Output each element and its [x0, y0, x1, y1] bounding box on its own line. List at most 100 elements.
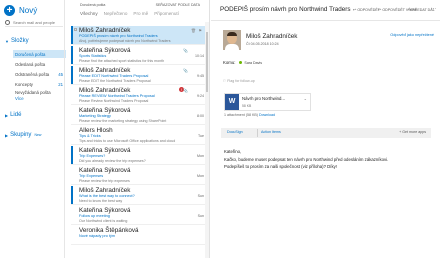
flag-for-follow-up[interactable]: ⚐ Flag for follow-up [223, 79, 255, 83]
search-box[interactable] [5, 18, 63, 27]
flag-text: Flag for follow-up [227, 79, 255, 83]
message-subject: Please EDIT Northwind Traders Proposal [79, 74, 149, 78]
message-time: Mon [197, 154, 204, 158]
search-input[interactable] [13, 19, 61, 25]
message-subject: PODEPIŠ prosím návrh pro Northwind Trade… [79, 34, 158, 38]
tab-all[interactable]: Všechny [80, 11, 98, 19]
message-subject: Trip Expenses [79, 174, 104, 178]
more-folders-link[interactable]: Více [15, 96, 24, 101]
get-more-apps-button[interactable]: + Get more apps [399, 130, 426, 134]
message-preview: Our Northwind client is waiting [79, 219, 128, 223]
list-scrollbar[interactable] [205, 22, 209, 258]
groups-header[interactable]: ▶ Skupiny New [5, 132, 41, 138]
select-checkbox[interactable] [74, 28, 77, 31]
chevron-down-icon[interactable]: ⌄ [304, 96, 307, 101]
scrollbar-thumb[interactable] [206, 32, 208, 92]
folder-title: Doručená pošta [80, 3, 106, 7]
recipient-name[interactable]: Sara Davis [244, 61, 262, 65]
word-document-icon: W [225, 94, 239, 110]
message-row[interactable]: Miloš Zahradníček Please EDIT Northwind … [71, 66, 206, 85]
reply-button[interactable]: ↩ ODPOVĚDĚT [353, 7, 380, 12]
body-line: Kačko, budeme muset podepsat ten návrh p… [224, 156, 389, 162]
message-subject: Tips & Tricks [79, 134, 101, 138]
folder-item-inbox[interactable]: Doručená pošta [13, 50, 66, 58]
message-row[interactable]: Miloš Zahradníček What is the best way t… [71, 186, 206, 205]
unread-bar [71, 46, 73, 64]
tab-to-me[interactable]: Pro mě [133, 11, 148, 19]
message-subject: What is the best way to connect? [79, 194, 135, 198]
forward-icon: ↪ [408, 7, 412, 12]
folders-header[interactable]: ▼ Složky [5, 38, 29, 44]
download-link[interactable]: Download [259, 113, 275, 117]
folder-item-junk[interactable]: Nevyžádaná pošta [13, 88, 66, 96]
folder-label: Odeslaná pošta [15, 61, 46, 67]
mark-unread-link[interactable]: Odpověď jako nepřečtené [390, 33, 434, 37]
folder-label: Koncepty [15, 81, 33, 87]
nav-scrollbar[interactable] [64, 0, 65, 258]
message-time: 9:45 [197, 74, 204, 78]
message-time: 8:00 [197, 114, 204, 118]
message-row[interactable]: Miloš Zahradníček Please REVIEW Northwin… [71, 86, 206, 105]
message-subject: Marketing Strategy [79, 114, 111, 118]
message-row[interactable]: Kateřina Sýkorová Trip Expenses? Did you… [71, 146, 206, 165]
message-preview: Did you already review the trip expenses… [79, 159, 146, 163]
sort-button[interactable]: SEŘAZOVAT PODLE DATA [156, 3, 200, 7]
tab-reminders[interactable]: Připomenutí [154, 11, 179, 19]
message-time: Tue [197, 134, 204, 138]
message-preview: Please review the marketing strategy usi… [79, 119, 167, 123]
message-date: Čt 04.05.2018 10:24 [246, 42, 279, 46]
docusign-app-tab[interactable]: DocuSign [227, 130, 243, 134]
sender-name[interactable]: Miloš Zahradníček [246, 33, 297, 40]
folder-item-sent[interactable]: Odeslaná pošta [13, 60, 66, 68]
unread-bar [71, 26, 73, 44]
message-list: Doručená pošta SEŘAZOVAT PODLE DATA Všec… [66, 0, 210, 258]
message-sender: Veronika Štěpánková [79, 227, 139, 234]
message-sender: Kateřina Sýkorová [79, 107, 131, 114]
list-header: Doručená pošta SEŘAZOVAT PODLE DATA [80, 3, 206, 9]
unread-bar [71, 186, 73, 204]
message-row[interactable]: Kateřina Sýkorová Sports Statistics Plea… [71, 46, 206, 65]
message-subject-title: PODEPIŠ prosím návrh pro Northwind Trade… [220, 6, 351, 13]
folder-item-deleted[interactable]: Odstraněná pošta 45 [13, 70, 66, 78]
paperclip-icon: 📎 [183, 68, 188, 73]
message-subject: Follow up meeting [79, 214, 110, 218]
people-header[interactable]: ▶ Lidé [5, 112, 21, 118]
trash-icon[interactable]: 🗑 [191, 28, 196, 33]
divider [257, 129, 258, 137]
message-row[interactable]: Miloš Zahradníček PODEPIŠ prosím návrh p… [71, 26, 206, 45]
message-row[interactable]: Kateřina Sýkorová Marketing Strategy Ple… [71, 106, 206, 125]
folder-item-drafts[interactable]: Koncepty 21 [13, 80, 66, 88]
attachment-card[interactable]: W Návrh pro Northwind... 58 KB ⌄ [224, 93, 311, 111]
message-sender: Allers Hlosh [79, 127, 113, 134]
presence-icon [239, 61, 243, 64]
reading-pane: PODEPIŠ prosím návrh pro Northwind Trade… [211, 0, 440, 258]
message-sender: Miloš Zahradníček [79, 27, 131, 34]
new-label: Nový [19, 5, 38, 15]
get-apps-label: Get more apps [402, 130, 426, 134]
message-time: Sun [197, 194, 204, 198]
chevron-right-icon: ▶ [5, 112, 9, 118]
action-items-app-tab[interactable]: Action Items [261, 130, 281, 134]
tab-unread[interactable]: Nepřečteno [104, 11, 128, 19]
message-preview: Please Review Northwind Traders Proposal [79, 99, 149, 103]
message-sender: Kateřina Sýkorová [79, 147, 131, 154]
chevron-right-icon: ▶ [5, 132, 9, 138]
attachment-size: 58 KB [242, 104, 252, 108]
flag-icon[interactable]: ⚑ [198, 28, 202, 33]
body-line: Kateřino, [224, 149, 242, 154]
message-sender: Miloš Zahradníček [79, 87, 131, 94]
message-row[interactable]: Kateřina Sýkorová Follow up meeting Our … [71, 206, 206, 225]
message-time: Sun [197, 214, 204, 218]
avatar-hair [227, 32, 237, 36]
message-time: Mon [197, 174, 204, 178]
message-row[interactable]: Allers Hlosh Tips & Tricks Tips and tric… [71, 126, 206, 145]
message-row[interactable]: Kateřina Sýkorová Trip Expenses Please r… [71, 166, 206, 185]
message-preview: Need to know the best way [79, 199, 123, 203]
new-message-button[interactable]: + Nový [4, 4, 37, 16]
message-preview: Please EDIT the Northwind Traders Propos… [79, 79, 151, 83]
message-row[interactable]: Veronika Štěpánková Nové nápady pro tým [71, 226, 206, 245]
more-actions-icon[interactable]: ··· [431, 6, 436, 12]
message-preview: Ahoj, potřebujeme podepsat návrh pro Nor… [79, 39, 171, 43]
reply-icon: ↩ [353, 7, 357, 12]
add-ins-bar: DocuSign Action Items + Get more apps [221, 128, 431, 138]
